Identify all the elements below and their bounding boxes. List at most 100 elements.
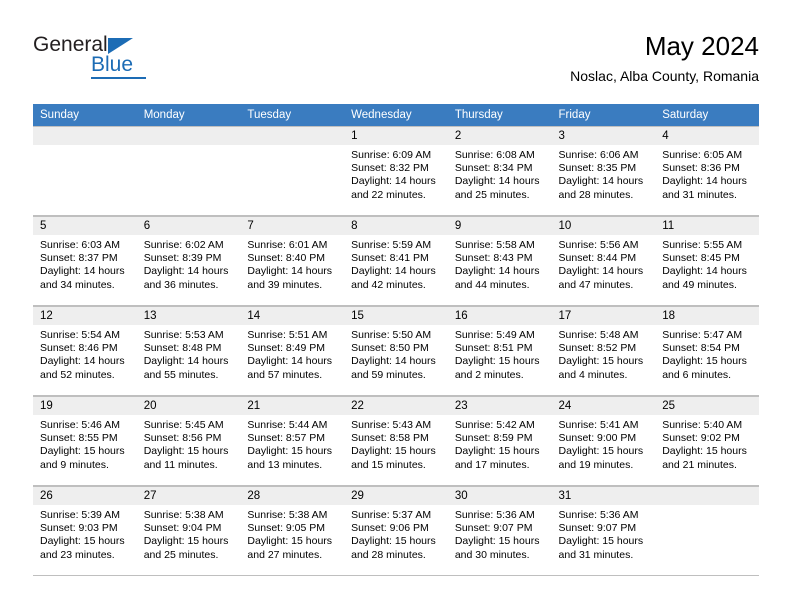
calendar-day-cell[interactable]: 12 Sunrise: 5:54 AM Sunset: 8:46 PM Dayligh… xyxy=(33,306,137,396)
logo-triangle-icon xyxy=(108,38,133,54)
calendar-week-row: 12 Sunrise: 5:54 AM Sunset: 8:46 PM Dayligh… xyxy=(33,306,759,396)
calendar-cell-inner: 14 Sunrise: 5:51 AM Sunset: 8:49 PM Dayligh… xyxy=(240,306,345,396)
sunrise-sunset-calendar: Sunday Monday Tuesday Wednesday Thursday… xyxy=(33,104,759,576)
daylight-text: Daylight: 14 hours xyxy=(40,355,125,368)
calendar-day-cell[interactable]: 22 Sunrise: 5:43 AM Sunset: 8:58 PM Dayligh… xyxy=(344,396,448,486)
sunrise-text: Sunrise: 6:02 AM xyxy=(143,239,224,251)
calendar-day-cell[interactable]: 7 Sunrise: 6:01 AM Sunset: 8:40 PM Daylight… xyxy=(240,216,345,306)
calendar-day-cell[interactable]: 11 Sunrise: 5:55 AM Sunset: 8:45 PM Dayligh… xyxy=(655,216,759,306)
day-number: 4 xyxy=(655,127,759,145)
day-number: 6 xyxy=(136,217,241,235)
calendar-day-cell[interactable]: 26 Sunrise: 5:39 AM Sunset: 9:03 PM Dayligh… xyxy=(33,486,137,576)
calendar-day-cell[interactable]: 25 Sunrise: 5:40 AM Sunset: 9:02 PM Dayligh… xyxy=(655,396,759,486)
calendar-day-cell[interactable]: 13 Sunrise: 5:53 AM Sunset: 8:48 PM Dayligh… xyxy=(136,306,241,396)
day-number: 14 xyxy=(240,307,345,325)
sunset-text: Sunset: 8:46 PM xyxy=(40,342,118,355)
calendar-day-cell[interactable]: 17 Sunrise: 5:48 AM Sunset: 8:52 PM Dayligh… xyxy=(551,306,656,396)
sunset-text: Sunset: 8:54 PM xyxy=(662,342,740,355)
sunrise-text: Sunrise: 5:44 AM xyxy=(247,419,328,431)
calendar-day-cell[interactable]: 2 Sunrise: 6:08 AM Sunset: 8:34 PM Daylight… xyxy=(447,126,552,216)
sunrise-text: Sunrise: 5:54 AM xyxy=(40,329,120,341)
daylight-text: Daylight: 15 hours xyxy=(558,355,644,368)
day-number: 25 xyxy=(655,397,759,415)
calendar-cell-inner: 23 Sunrise: 5:42 AM Sunset: 8:59 PM Dayligh… xyxy=(447,396,552,486)
calendar-day-cell[interactable]: 5 Sunrise: 6:03 AM Sunset: 8:37 PM Daylight… xyxy=(33,216,137,306)
calendar-day-cell[interactable]: 14 Sunrise: 5:51 AM Sunset: 8:49 PM Dayligh… xyxy=(240,306,345,396)
day-number: 7 xyxy=(240,217,345,235)
calendar-day-cell[interactable]: 27 Sunrise: 5:38 AM Sunset: 9:04 PM Dayligh… xyxy=(136,486,241,576)
logo-word-blue: Blue xyxy=(91,53,134,76)
day-number: 21 xyxy=(240,397,345,415)
daylight-text: Daylight: 15 hours xyxy=(247,445,333,458)
sunrise-text: Sunrise: 5:37 AM xyxy=(351,509,432,521)
calendar-week-row: 5 Sunrise: 6:03 AM Sunset: 8:37 PM Daylight… xyxy=(33,216,759,306)
day-number: 31 xyxy=(551,487,656,505)
sunset-text: Sunset: 8:32 PM xyxy=(351,162,429,175)
day-details: Sunrise: 6:06 AM Sunset: 8:35 PM Daylight:… xyxy=(552,145,656,202)
calendar-day-cell[interactable]: 1 Sunrise: 6:09 AM Sunset: 8:32 PM Daylight… xyxy=(344,126,448,216)
daylight-text-cont: and 39 minutes. xyxy=(247,278,323,291)
calendar-day-cell[interactable]: 8 Sunrise: 5:59 AM Sunset: 8:41 PM Daylight… xyxy=(344,216,448,306)
calendar-day-cell[interactable]: 18 Sunrise: 5:47 AM Sunset: 8:54 PM Dayligh… xyxy=(655,306,759,396)
calendar-day-cell[interactable]: 9 Sunrise: 5:58 AM Sunset: 8:43 PM Daylight… xyxy=(447,216,552,306)
daylight-text: Daylight: 15 hours xyxy=(143,535,229,548)
calendar-day-cell[interactable]: 3 Sunrise: 6:06 AM Sunset: 8:35 PM Daylight… xyxy=(551,126,656,216)
day-number: 18 xyxy=(655,307,759,325)
sunrise-text: Sunrise: 5:55 AM xyxy=(662,239,743,251)
calendar-day-cell[interactable]: 23 Sunrise: 5:42 AM Sunset: 8:59 PM Dayligh… xyxy=(447,396,552,486)
sunset-text: Sunset: 8:59 PM xyxy=(454,432,533,445)
daylight-text-cont: and 25 minutes. xyxy=(454,188,530,201)
daylight-text-cont: and 4 minutes. xyxy=(558,368,628,381)
daylight-text-cont: and 31 minutes. xyxy=(558,548,634,561)
day-number: 28 xyxy=(240,487,345,505)
sunset-text: Sunset: 8:58 PM xyxy=(351,432,429,445)
calendar-day-cell[interactable]: 28 Sunrise: 5:38 AM Sunset: 9:05 PM Dayligh… xyxy=(240,486,345,576)
calendar-cell-inner: 11 Sunrise: 5:55 AM Sunset: 8:45 PM Dayligh… xyxy=(655,216,759,306)
day-details: Sunrise: 5:45 AM Sunset: 8:56 PM Daylight:… xyxy=(137,415,241,472)
weekday-header-wednesday: Wednesday xyxy=(344,104,448,126)
calendar-week-row: 1 Sunrise: 6:09 AM Sunset: 8:32 PM Daylight… xyxy=(33,126,759,216)
calendar-day-cell[interactable]: 20 Sunrise: 5:45 AM Sunset: 8:56 PM Dayligh… xyxy=(136,396,241,486)
day-details: Sunrise: 6:01 AM Sunset: 8:40 PM Daylight:… xyxy=(240,235,344,292)
sunset-text: Sunset: 8:48 PM xyxy=(143,342,222,355)
sunrise-text: Sunrise: 5:48 AM xyxy=(558,329,639,341)
calendar-day-cell[interactable]: 24 Sunrise: 5:41 AM Sunset: 9:00 PM Dayligh… xyxy=(551,396,656,486)
calendar-day-cell[interactable]: 31 Sunrise: 5:36 AM Sunset: 9:07 PM Dayligh… xyxy=(551,486,656,576)
calendar-day-cell[interactable]: 21 Sunrise: 5:44 AM Sunset: 8:57 PM Dayligh… xyxy=(240,396,345,486)
sunset-text: Sunset: 8:51 PM xyxy=(454,342,533,355)
calendar-day-cell[interactable]: 15 Sunrise: 5:50 AM Sunset: 8:50 PM Dayligh… xyxy=(344,306,448,396)
sunrise-text: Sunrise: 5:39 AM xyxy=(40,509,120,521)
daylight-text: Daylight: 15 hours xyxy=(454,445,540,458)
calendar-day-cell[interactable]: 10 Sunrise: 5:56 AM Sunset: 8:44 PM Dayligh… xyxy=(551,216,656,306)
day-details: Sunrise: 5:49 AM Sunset: 8:51 PM Daylight:… xyxy=(448,325,552,382)
daylight-text-cont: and 11 minutes. xyxy=(143,458,218,471)
calendar-day-cell[interactable]: 30 Sunrise: 5:36 AM Sunset: 9:07 PM Dayligh… xyxy=(447,486,552,576)
sunset-text: Sunset: 9:07 PM xyxy=(454,522,533,535)
calendar-day-cell[interactable]: 6 Sunrise: 6:02 AM Sunset: 8:39 PM Daylight… xyxy=(136,216,241,306)
calendar-header-row: Sunday Monday Tuesday Wednesday Thursday… xyxy=(33,104,759,126)
calendar-cell-inner: 19 Sunrise: 5:46 AM Sunset: 8:55 PM Dayligh… xyxy=(33,396,137,486)
day-details: Sunrise: 6:03 AM Sunset: 8:37 PM Daylight:… xyxy=(33,235,137,292)
sunset-text: Sunset: 8:49 PM xyxy=(247,342,326,355)
day-number: 30 xyxy=(447,487,552,505)
daylight-text-cont: and 2 minutes. xyxy=(454,368,524,381)
day-details: Sunrise: 5:58 AM Sunset: 8:43 PM Daylight:… xyxy=(448,235,552,292)
sunrise-text: Sunrise: 5:56 AM xyxy=(558,239,639,251)
calendar-cell-inner: 5 Sunrise: 6:03 AM Sunset: 8:37 PM Daylight… xyxy=(33,216,137,306)
calendar-day-cell[interactable]: 4 Sunrise: 6:05 AM Sunset: 8:36 PM Daylight… xyxy=(655,126,759,216)
day-details xyxy=(137,145,241,149)
calendar-cell-inner: 24 Sunrise: 5:41 AM Sunset: 9:00 PM Dayligh… xyxy=(551,396,656,486)
calendar-day-cell[interactable]: 16 Sunrise: 5:49 AM Sunset: 8:51 PM Dayligh… xyxy=(447,306,552,396)
daylight-text-cont: and 44 minutes. xyxy=(454,278,530,291)
sunrise-text: Sunrise: 5:45 AM xyxy=(143,419,224,431)
calendar-empty-cell xyxy=(33,126,137,216)
day-number xyxy=(240,127,345,145)
calendar-day-cell[interactable]: 19 Sunrise: 5:46 AM Sunset: 8:55 PM Dayligh… xyxy=(33,396,137,486)
calendar-week-row: 26 Sunrise: 5:39 AM Sunset: 9:03 PM Dayligh… xyxy=(33,486,759,576)
logo-underline xyxy=(91,77,146,79)
calendar-cell-inner: 9 Sunrise: 5:58 AM Sunset: 8:43 PM Daylight… xyxy=(447,216,552,306)
day-number: 23 xyxy=(447,397,552,415)
day-details: Sunrise: 5:54 AM Sunset: 8:46 PM Daylight:… xyxy=(33,325,137,382)
sunrise-text: Sunrise: 6:08 AM xyxy=(454,149,535,161)
calendar-day-cell[interactable]: 29 Sunrise: 5:37 AM Sunset: 9:06 PM Dayligh… xyxy=(344,486,448,576)
